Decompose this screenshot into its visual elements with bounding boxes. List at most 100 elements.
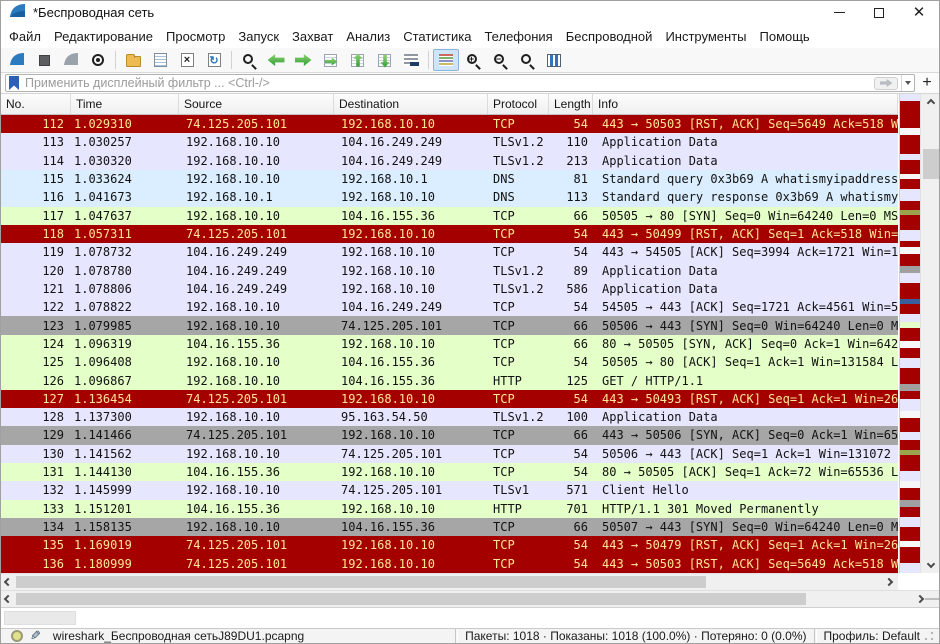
packet-row[interactable]: 1211.078806104.16.249.249192.168.10.10TL… bbox=[1, 280, 898, 298]
profile-label[interactable]: Профиль: Default bbox=[824, 629, 921, 643]
maximize-button[interactable] bbox=[859, 1, 899, 24]
menu-item[interactable]: Анализ bbox=[346, 29, 390, 44]
packet-row[interactable]: 1171.047637192.168.10.10104.16.155.36TCP… bbox=[1, 207, 898, 225]
capture-comment-icon[interactable]: ✎ bbox=[30, 628, 41, 644]
add-filter-button[interactable]: + bbox=[919, 74, 935, 92]
packet-row[interactable]: 1351.16901974.125.205.101192.168.10.10TC… bbox=[1, 536, 898, 554]
column-header-no[interactable]: No. bbox=[1, 94, 71, 114]
packet-row[interactable]: 1151.033624192.168.10.10192.168.10.1DNS8… bbox=[1, 170, 898, 188]
packet-row[interactable]: 1291.14146674.125.205.101192.168.10.10TC… bbox=[1, 426, 898, 444]
packet-row[interactable]: 1301.141562192.168.10.1074.125.205.101TC… bbox=[1, 445, 898, 463]
packet-row[interactable]: 1141.030320192.168.10.10104.16.249.249TL… bbox=[1, 152, 898, 170]
packet-row[interactable]: 1131.030257192.168.10.10104.16.249.249TL… bbox=[1, 133, 898, 151]
stop-capture-button[interactable] bbox=[31, 49, 57, 71]
column-header-info[interactable]: Info bbox=[593, 94, 898, 114]
cell-source: 104.16.155.36 bbox=[179, 502, 334, 516]
packet-minimap[interactable] bbox=[899, 94, 920, 573]
scroll-left-icon[interactable] bbox=[4, 578, 12, 586]
close-file-button[interactable]: × bbox=[174, 49, 200, 71]
minimap-stripe bbox=[900, 440, 920, 450]
menu-item[interactable]: Беспроводной bbox=[566, 29, 653, 44]
zoom-reset-button[interactable] bbox=[514, 49, 540, 71]
start-capture-button[interactable] bbox=[4, 49, 30, 71]
packet-row[interactable]: 1361.18099974.125.205.101192.168.10.10TC… bbox=[1, 555, 898, 573]
hscrollbar-thumb[interactable] bbox=[16, 576, 706, 588]
scroll-up-icon[interactable] bbox=[927, 99, 935, 107]
go-back-button[interactable] bbox=[263, 49, 289, 71]
menu-item[interactable]: Статистика bbox=[403, 29, 471, 44]
packet-row[interactable]: 1331.151201104.16.155.36192.168.10.10HTT… bbox=[1, 500, 898, 518]
packet-row[interactable]: 1281.137300192.168.10.1095.163.54.50TLSv… bbox=[1, 408, 898, 426]
window-hscrollbar[interactable] bbox=[1, 590, 940, 607]
packet-row[interactable]: 1181.05731174.125.205.101192.168.10.10TC… bbox=[1, 225, 898, 243]
packet-row[interactable]: 1321.145999192.168.10.1074.125.205.101TL… bbox=[1, 481, 898, 499]
go-last-packet-button[interactable] bbox=[371, 49, 397, 71]
packet-row[interactable]: 1241.096319104.16.155.36192.168.10.10TCP… bbox=[1, 335, 898, 353]
scroll-down-icon[interactable] bbox=[927, 560, 935, 568]
resize-columns-button[interactable] bbox=[541, 49, 567, 71]
save-file-button[interactable] bbox=[147, 49, 173, 71]
menu-item[interactable]: Файл bbox=[9, 29, 41, 44]
packet-row[interactable]: 1161.041673192.168.10.1192.168.10.10DNS1… bbox=[1, 188, 898, 206]
menu-item[interactable]: Просмотр bbox=[166, 29, 225, 44]
cell-time: 1.079985 bbox=[71, 319, 179, 333]
capture-options-button[interactable] bbox=[85, 49, 111, 71]
packet-row[interactable]: 1221.078822192.168.10.10104.16.249.249TC… bbox=[1, 298, 898, 316]
expert-info-icon[interactable] bbox=[11, 630, 23, 642]
zoom-in-button[interactable]: + bbox=[460, 49, 486, 71]
cell-destination: 192.168.10.10 bbox=[334, 227, 488, 241]
packet-row[interactable]: 1311.144130104.16.155.36192.168.10.10TCP… bbox=[1, 463, 898, 481]
cell-time: 1.141562 bbox=[71, 447, 179, 461]
go-forward-button[interactable] bbox=[290, 49, 316, 71]
go-to-packet-button[interactable] bbox=[317, 49, 343, 71]
packet-row[interactable]: 1341.158135192.168.10.10104.16.155.36TCP… bbox=[1, 518, 898, 536]
vertical-scrollbar-thumb[interactable] bbox=[923, 149, 939, 179]
packet-row[interactable]: 1201.078780104.16.249.249192.168.10.10TL… bbox=[1, 262, 898, 280]
reload-file-button[interactable]: ↻ bbox=[201, 49, 227, 71]
colorize-packets-button[interactable] bbox=[433, 49, 459, 71]
packet-row[interactable]: 1191.078732104.16.249.249192.168.10.10TC… bbox=[1, 243, 898, 261]
bookmark-icon[interactable] bbox=[9, 76, 19, 90]
menu-item[interactable]: Телефония bbox=[484, 29, 552, 44]
scroll-left-icon[interactable] bbox=[4, 595, 12, 603]
packet-list-hscrollbar[interactable] bbox=[1, 573, 898, 590]
close-button[interactable]: ✕ bbox=[899, 1, 939, 24]
cell-length: 66 bbox=[549, 319, 593, 333]
display-filter-input[interactable]: Применить дисплейный фильтр ... <Ctrl-/> bbox=[5, 74, 915, 92]
apply-filter-button[interactable] bbox=[874, 77, 898, 90]
vertical-scrollbar[interactable] bbox=[920, 94, 940, 573]
packet-row[interactable]: 1251.096408192.168.10.10104.16.155.36TCP… bbox=[1, 353, 898, 371]
auto-scroll-button[interactable] bbox=[398, 49, 424, 71]
packet-row[interactable]: 1271.13645474.125.205.101192.168.10.10TC… bbox=[1, 390, 898, 408]
zoom-out-button[interactable]: − bbox=[487, 49, 513, 71]
column-header-protocol[interactable]: Protocol bbox=[488, 94, 549, 114]
packet-row[interactable]: 1231.079985192.168.10.1074.125.205.101TC… bbox=[1, 316, 898, 334]
restart-capture-button[interactable] bbox=[58, 49, 84, 71]
minimize-button[interactable] bbox=[819, 1, 859, 24]
menu-item[interactable]: Инструменты bbox=[665, 29, 746, 44]
hscrollbar-thumb[interactable] bbox=[16, 593, 806, 605]
packet-row[interactable]: 1261.096867192.168.10.10104.16.155.36HTT… bbox=[1, 371, 898, 389]
column-header-length[interactable]: Length bbox=[549, 94, 593, 114]
resize-grip[interactable] bbox=[924, 631, 934, 641]
find-packet-icon bbox=[243, 54, 253, 64]
go-first-packet-button[interactable] bbox=[344, 49, 370, 71]
scroll-right-icon[interactable] bbox=[916, 595, 924, 603]
scroll-right-icon[interactable] bbox=[885, 578, 893, 586]
menu-item[interactable]: Редактирование bbox=[54, 29, 153, 44]
pane-splitter-handle[interactable] bbox=[925, 598, 939, 600]
menu-item[interactable]: Запуск bbox=[238, 29, 279, 44]
column-header-time[interactable]: Time bbox=[71, 94, 179, 114]
menu-item[interactable]: Помощь bbox=[760, 29, 810, 44]
cell-no: 130 bbox=[1, 447, 71, 461]
cell-time: 1.047637 bbox=[71, 209, 179, 223]
minimap-stripe bbox=[900, 266, 920, 273]
open-file-button[interactable] bbox=[120, 49, 146, 71]
filter-dropdown-button[interactable] bbox=[901, 75, 914, 91]
cell-no: 132 bbox=[1, 483, 71, 497]
menu-item[interactable]: Захват bbox=[292, 29, 333, 44]
column-header-destination[interactable]: Destination bbox=[334, 94, 488, 114]
find-packet-button[interactable] bbox=[236, 49, 262, 71]
packet-row[interactable]: 1121.02931074.125.205.101192.168.10.10TC… bbox=[1, 115, 898, 133]
column-header-source[interactable]: Source bbox=[179, 94, 334, 114]
